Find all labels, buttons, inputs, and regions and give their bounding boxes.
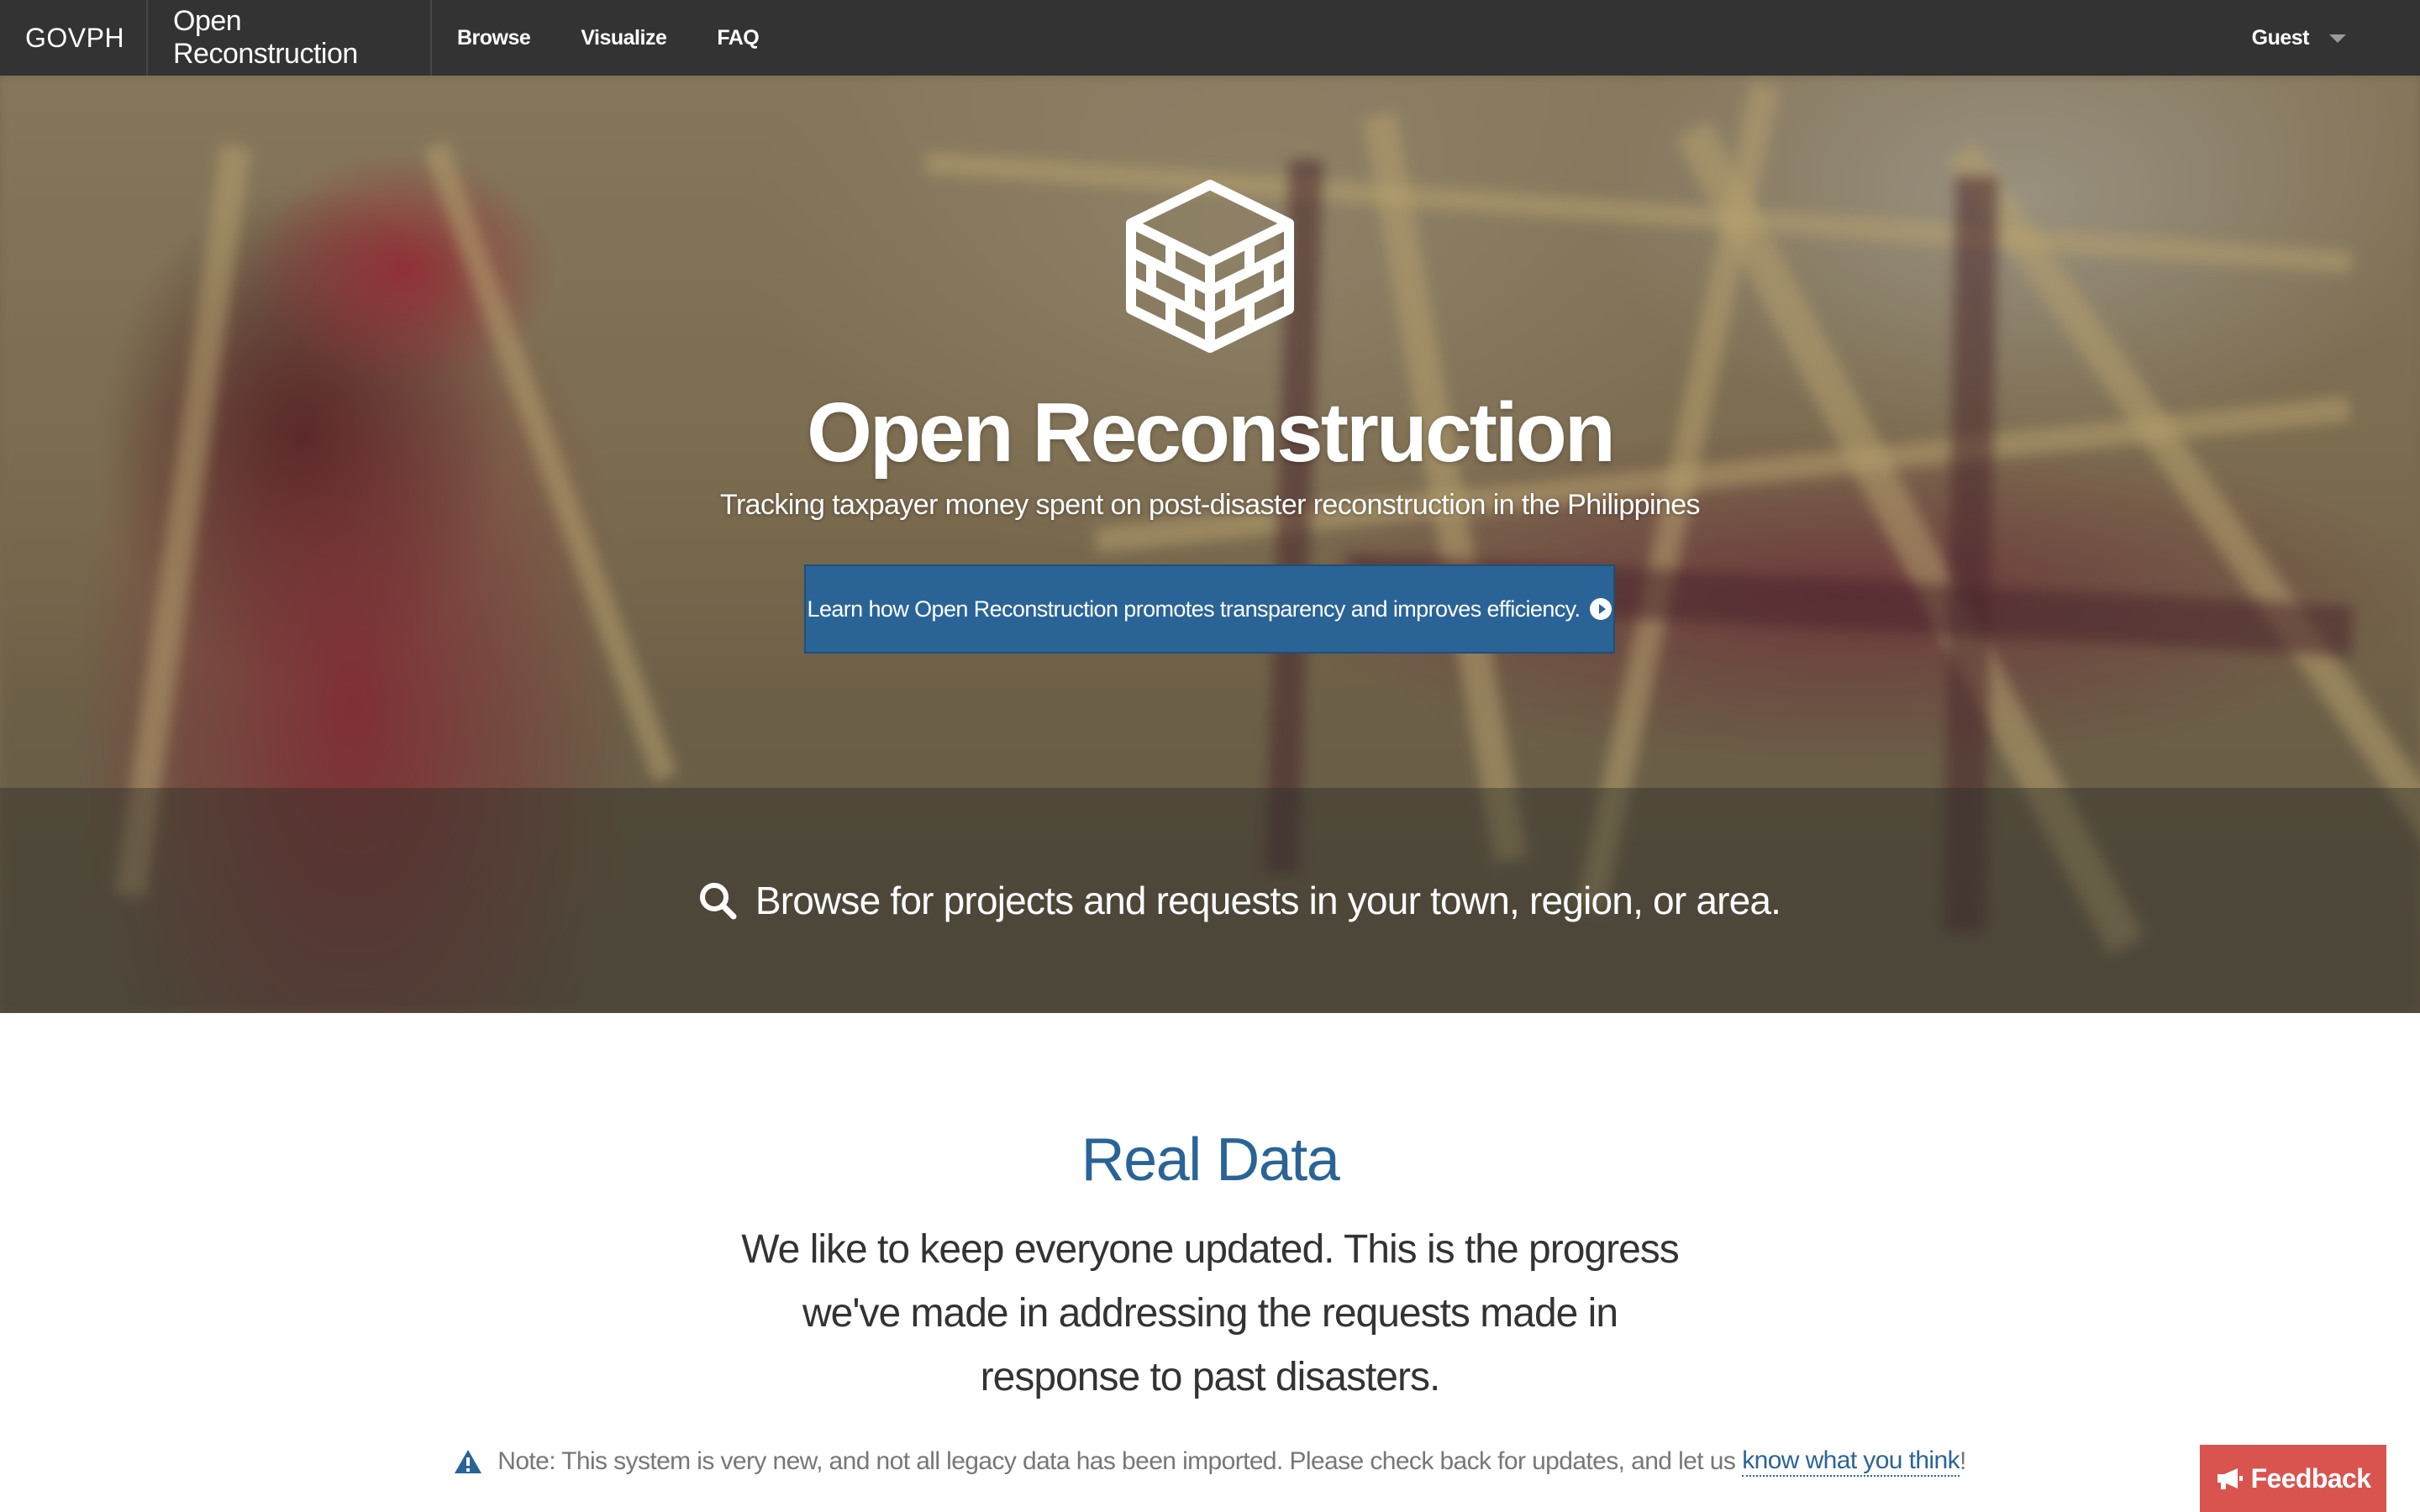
megaphone-icon (2217, 1468, 2243, 1489)
browse-link[interactable]: Browse for projects and requests in your… (698, 878, 1781, 923)
chevron-down-icon (2329, 34, 2346, 43)
learn-more-label: Learn how Open Reconstruction promotes t… (807, 596, 1581, 622)
nav-visualize[interactable]: Visualize (581, 26, 667, 50)
hero-section: Open Reconstruction Tracking taxpayer mo… (0, 76, 2420, 1013)
brand-link[interactable]: Open Reconstruction (148, 0, 432, 76)
learn-more-button[interactable]: Learn how Open Reconstruction promotes t… (804, 564, 1615, 654)
feedback-link[interactable]: know what you think (1742, 1446, 1960, 1477)
nav-links: Browse Visualize FAQ (457, 0, 809, 76)
feedback-button[interactable]: Feedback (2200, 1445, 2386, 1512)
feedback-label: Feedback (2250, 1462, 2371, 1494)
note-text: Note: This system is very new, and not a… (497, 1447, 1736, 1475)
brick-cube-icon (1126, 180, 1294, 353)
nav-faq[interactable]: FAQ (717, 26, 759, 50)
section-title: Real Data (1081, 1126, 1340, 1194)
note-end: ! (1959, 1447, 1966, 1475)
user-menu-label: Guest (2251, 25, 2310, 50)
top-navbar: GOVPH Open Reconstruction Browse Visuali… (0, 0, 2420, 76)
nav-browse[interactable]: Browse (457, 26, 531, 50)
user-menu[interactable]: Guest (2252, 0, 2346, 76)
browse-band[interactable]: Browse for projects and requests in your… (0, 788, 2420, 1013)
hero-title: Open Reconstruction (807, 386, 1616, 480)
search-icon (699, 883, 737, 920)
legacy-data-note: Note: This system is very new, and not a… (0, 1446, 2420, 1477)
chevron-circle-right-icon (1590, 598, 1612, 620)
warning-icon (455, 1450, 482, 1473)
govph-link[interactable]: GOVPH (0, 0, 148, 76)
section-description: We like to keep everyone updated. This i… (741, 1227, 1680, 1399)
browse-text: Browse for projects and requests in your… (755, 879, 1781, 922)
hero-subtitle: Tracking taxpayer money spent on post-di… (720, 489, 1701, 521)
